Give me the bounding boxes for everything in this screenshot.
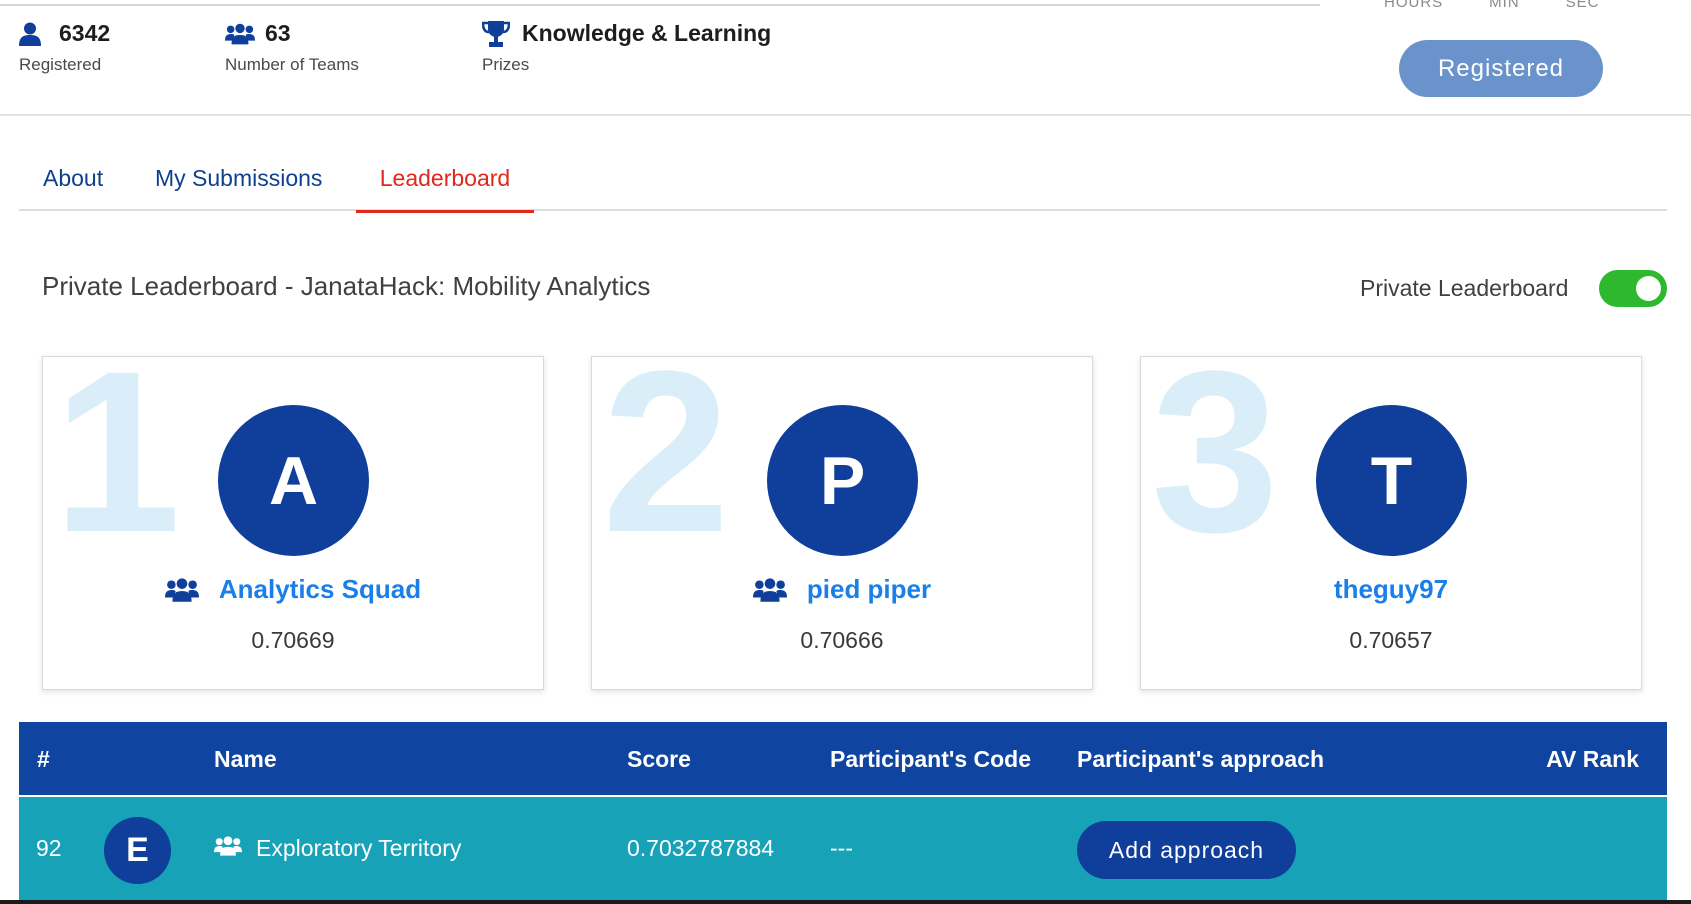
podium-name-link[interactable]: pied piper bbox=[807, 574, 931, 605]
bottom-edge-strip bbox=[0, 900, 1691, 904]
podium-rank-number: 2 bbox=[602, 356, 730, 580]
toggle-knob bbox=[1636, 276, 1661, 301]
registered-label: Registered bbox=[19, 55, 102, 74]
tab-my-submissions[interactable]: My Submissions bbox=[155, 165, 322, 211]
competition-stats-bar: 6342 Registered 63 Number of Teams Knowl… bbox=[0, 0, 1691, 116]
row-score: 0.7032787884 bbox=[627, 835, 775, 861]
podium-rank-number: 1 bbox=[53, 356, 181, 580]
timer-sec-label: SEC bbox=[1565, 0, 1600, 11]
podium-card-second: 2 P pied piper 0.70666 bbox=[591, 356, 1093, 690]
row-name-link[interactable]: Exploratory Territory bbox=[256, 835, 461, 862]
countdown-labels: HOURS MIN SEC bbox=[1384, 0, 1600, 11]
avatar: A bbox=[218, 405, 369, 556]
teams-count: 63 bbox=[265, 20, 291, 46]
podium-score: 0.70666 bbox=[800, 627, 884, 653]
column-header-av-rank: AV Rank bbox=[1546, 746, 1639, 772]
column-header-approach: Participant's approach bbox=[1077, 746, 1325, 772]
stat-teams: 63 Number of Teams bbox=[225, 20, 359, 75]
podium-name-row: theguy97 bbox=[1141, 574, 1641, 605]
podium-card-third: 3 T theguy97 0.70657 bbox=[1140, 356, 1642, 690]
competition-tabs: About My Submissions Leaderboard bbox=[19, 152, 1667, 213]
stat-prizes: Knowledge & Learning Prizes bbox=[482, 20, 771, 75]
podium-score: 0.70657 bbox=[1349, 627, 1433, 653]
users-icon bbox=[225, 21, 255, 47]
column-header-name: Name bbox=[214, 746, 277, 772]
prizes-label: Prizes bbox=[482, 55, 530, 74]
podium-name-row: pied piper bbox=[592, 574, 1092, 605]
podium-score: 0.70669 bbox=[251, 627, 335, 653]
table-row: 92 E Exploratory Territory 0.7032787884 … bbox=[19, 797, 1667, 904]
registered-count: 6342 bbox=[59, 20, 111, 46]
avatar: T bbox=[1316, 405, 1467, 556]
stat-registered: 6342 Registered bbox=[19, 20, 110, 75]
column-header-score: Score bbox=[627, 746, 691, 772]
podium-name-row: Analytics Squad bbox=[43, 574, 543, 605]
prizes-value: Knowledge & Learning bbox=[522, 20, 772, 46]
leaderboard-title: Private Leaderboard - JanataHack: Mobili… bbox=[42, 271, 651, 301]
private-leaderboard-label: Private Leaderboard bbox=[1360, 275, 1569, 301]
avatar: E bbox=[104, 817, 171, 884]
team-icon bbox=[214, 835, 242, 862]
teams-label: Number of Teams bbox=[225, 55, 359, 74]
podium-name-link[interactable]: theguy97 bbox=[1334, 574, 1448, 605]
tab-about[interactable]: About bbox=[43, 165, 103, 211]
private-leaderboard-toggle[interactable] bbox=[1599, 270, 1667, 307]
column-header-code: Participant's Code bbox=[830, 746, 1032, 772]
leaderboard-table-header: # Name Score Participant's Code Particip… bbox=[19, 722, 1667, 795]
row-rank: 92 bbox=[36, 835, 62, 861]
registered-button[interactable]: Registered bbox=[1399, 40, 1603, 97]
top-divider bbox=[0, 4, 1320, 6]
team-icon bbox=[164, 577, 201, 603]
add-approach-button[interactable]: Add approach bbox=[1077, 821, 1296, 879]
row-code: --- bbox=[830, 835, 853, 861]
tab-leaderboard[interactable]: Leaderboard bbox=[356, 165, 534, 213]
team-icon bbox=[752, 577, 789, 603]
podium-name-link[interactable]: Analytics Squad bbox=[219, 574, 421, 605]
avatar: P bbox=[767, 405, 918, 556]
row-name: Exploratory Territory bbox=[214, 835, 461, 862]
timer-min-label: MIN bbox=[1489, 0, 1520, 11]
podium-rank-number: 3 bbox=[1151, 356, 1279, 580]
user-icon bbox=[19, 21, 49, 47]
trophy-icon bbox=[482, 20, 512, 47]
column-header-rank: # bbox=[37, 746, 50, 772]
timer-hours-label: HOURS bbox=[1384, 0, 1444, 11]
podium-card-first: 1 A Analytics Squad 0.70669 bbox=[42, 356, 544, 690]
